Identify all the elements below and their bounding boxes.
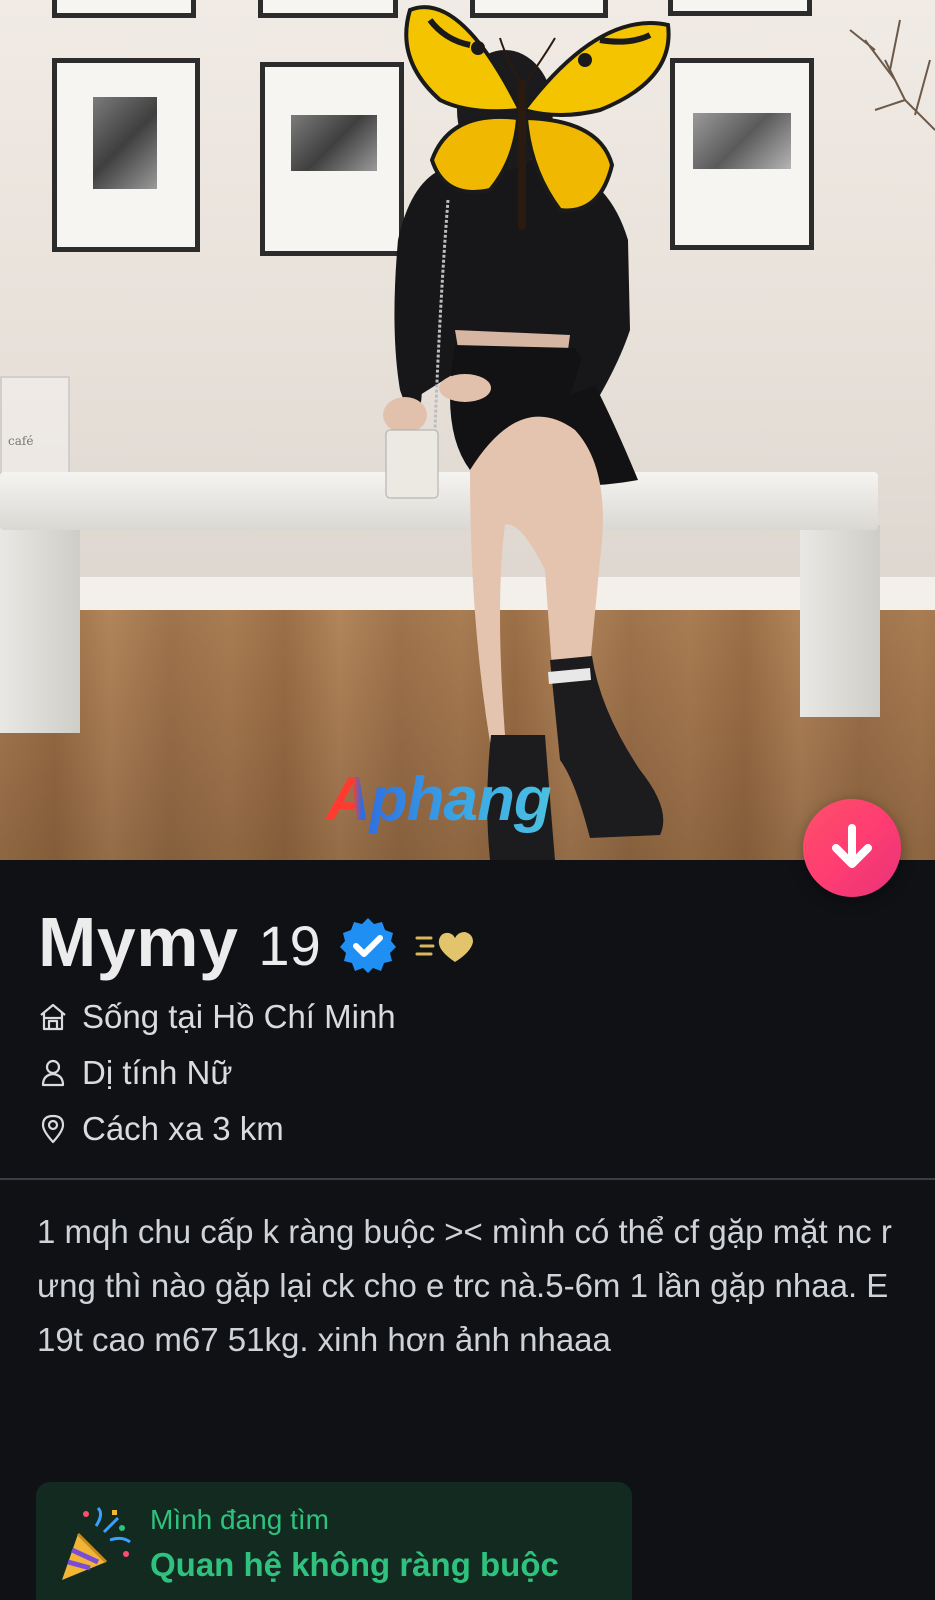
looking-for-value: Quan hệ không ràng buộc (150, 1546, 559, 1583)
person-figure (383, 5, 671, 860)
profile-info: Mymy 19 Sống tại Hồ Chí Minh Dị tính Nữ … (0, 860, 935, 1600)
bio-text: 1 mqh chu cấp k ràng buộc >< mình có thể… (37, 1213, 892, 1358)
person-icon (38, 1058, 68, 1088)
lives-in-text: Sống tại Hồ Chí Minh (82, 998, 396, 1035)
distance-text: Cách xa 3 km (82, 1110, 284, 1147)
lives-in-row: Sống tại Hồ Chí Minh (38, 998, 396, 1036)
location-pin-icon (38, 1114, 68, 1144)
collapse-profile-button[interactable] (803, 799, 901, 897)
party-popper-icon (62, 1506, 131, 1580)
profile-age: 19 (258, 913, 321, 977)
name-row: Mymy 19 (38, 902, 477, 982)
verified-check-icon[interactable] (339, 916, 397, 974)
distance-row: Cách xa 3 km (38, 1110, 284, 1148)
profile-photo[interactable]: café Aphang (0, 0, 935, 860)
looking-for-card[interactable]: Mình đang tìm Quan hệ không ràng buộc (36, 1482, 632, 1600)
arrow-down-icon (832, 824, 872, 868)
looking-for-label: Mình đang tìm (150, 1504, 329, 1535)
section-divider (0, 1178, 935, 1180)
golden-heart-icon[interactable] (415, 926, 477, 966)
profile-name: Mymy (38, 903, 239, 981)
watermark-logo: Aphang (326, 765, 552, 834)
orientation-row: Dị tính Nữ (38, 1054, 232, 1092)
home-icon (38, 1002, 68, 1032)
orientation-text: Dị tính Nữ (82, 1054, 233, 1091)
